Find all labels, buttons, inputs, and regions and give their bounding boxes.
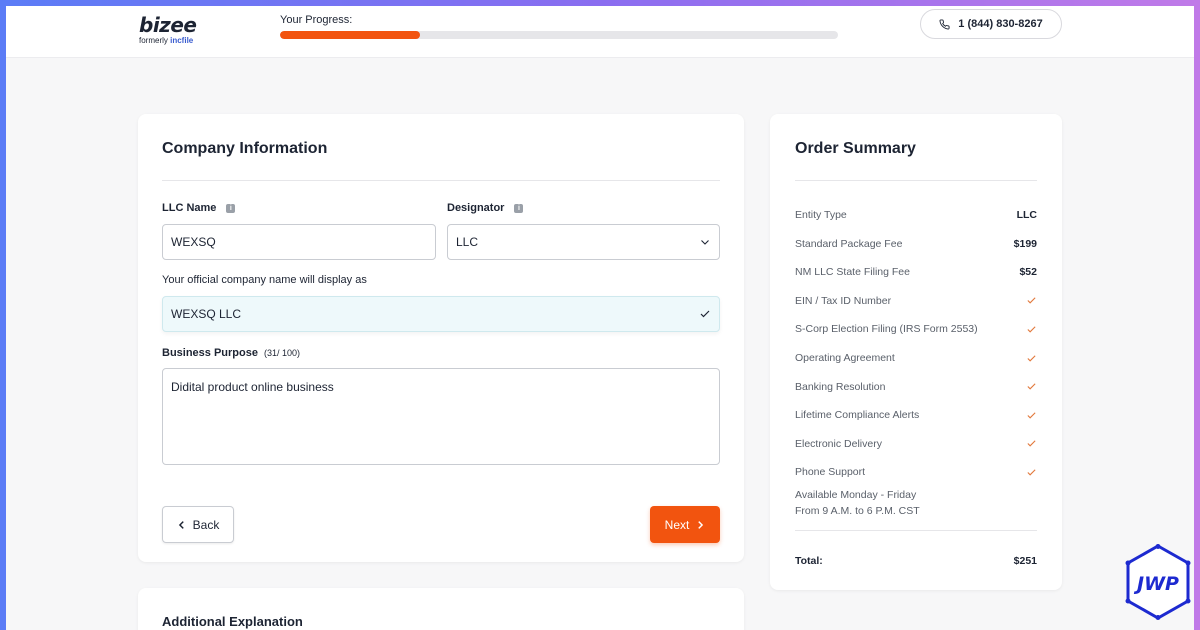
chevron-left-icon xyxy=(178,520,184,529)
summary-row: EIN / Tax ID Number xyxy=(795,293,1037,309)
designator-label: Designator i xyxy=(447,202,524,214)
order-summary-title: Order Summary xyxy=(795,140,916,157)
summary-row-label: Operating Agreement xyxy=(795,352,895,364)
total-row: Total: $251 xyxy=(795,555,1037,567)
summary-row: Operating Agreement xyxy=(795,350,1037,366)
progress-bar xyxy=(280,31,838,39)
additional-explanation-card: Additional Explanation xyxy=(138,588,744,630)
logo-wordmark: bizee xyxy=(139,13,197,37)
next-button[interactable]: Next xyxy=(650,506,720,543)
next-label: Next xyxy=(664,517,690,532)
total-label: Total: xyxy=(795,555,823,567)
check-icon xyxy=(700,310,710,318)
checkmark-icon xyxy=(1027,326,1036,333)
back-button[interactable]: Back xyxy=(162,506,234,543)
progress-label: Your Progress: xyxy=(280,14,353,26)
summary-row-label: Lifetime Compliance Alerts xyxy=(795,409,920,422)
company-information-card: Company Information LLC Name i WEXSQ Des… xyxy=(138,114,744,562)
company-information-title: Company Information xyxy=(162,140,328,157)
business-purpose-value: Didital product online business xyxy=(171,380,334,394)
summary-row: NM LLC State Filing Fee $52 xyxy=(795,264,1037,280)
summary-row-label: Banking Resolution xyxy=(795,380,886,393)
summary-row-label: NM LLC State Filing Fee xyxy=(795,266,910,279)
phone-icon xyxy=(939,18,950,29)
progress-fill xyxy=(280,31,420,39)
summary-divider xyxy=(795,180,1037,181)
bizee-logo[interactable]: bizee formerly incfile xyxy=(139,13,197,45)
phone-button[interactable]: 1 (844) 830-8267 xyxy=(920,9,1062,39)
checkmark-icon xyxy=(1027,412,1036,419)
checkmark-icon xyxy=(1027,469,1036,476)
summary-total-divider xyxy=(795,530,1037,531)
designator-select[interactable]: LLC xyxy=(447,224,720,260)
summary-row-label: EIN / Tax ID Number xyxy=(795,294,892,307)
checkmark-icon xyxy=(1027,383,1036,390)
llc-name-input[interactable]: WEXSQ xyxy=(162,224,436,260)
summary-row-value: LLC xyxy=(1016,209,1037,221)
summary-row-label: S-Corp Election Filing (IRS Form 2553) xyxy=(795,323,978,336)
llc-name-label: LLC Name i xyxy=(162,202,236,214)
character-counter: (31/ 100) xyxy=(263,348,301,358)
official-name-value: WEXSQ LLC xyxy=(171,307,242,321)
info-icon[interactable]: i xyxy=(514,203,524,213)
official-name-display: WEXSQ LLC xyxy=(162,296,720,332)
checkmark-icon xyxy=(1027,440,1036,447)
jwp-hexagon-icon: JWP xyxy=(1125,544,1191,620)
business-purpose-label: Business Purpose (31/ 100) xyxy=(162,347,301,359)
summary-row-label: Electronic Delivery xyxy=(795,437,882,450)
summary-row: Entity Type LLC xyxy=(795,207,1037,223)
summary-row-label: Entity Type xyxy=(795,209,847,221)
phone-number: 1 (844) 830-8267 xyxy=(958,18,1043,30)
top-header: bizee formerly incfile Your Progress: 1 … xyxy=(6,6,1194,58)
page-frame: bizee formerly incfile Your Progress: 1 … xyxy=(6,6,1194,630)
chevron-right-icon xyxy=(698,520,704,529)
summary-row-label: Standard Package Fee xyxy=(795,237,903,250)
jwp-badge-text: JWP xyxy=(1133,573,1179,595)
additional-explanation-title: Additional Explanation xyxy=(162,614,303,629)
summary-row: Electronic Delivery xyxy=(795,436,1037,452)
display-hint: Your official company name will display … xyxy=(162,274,367,286)
summary-row-value: $52 xyxy=(1019,266,1037,279)
designator-value: LLC xyxy=(456,235,479,249)
llc-name-value: WEXSQ xyxy=(171,235,216,249)
summary-row: Phone Support xyxy=(795,464,1037,480)
checkmark-icon xyxy=(1027,354,1036,362)
card-divider xyxy=(162,180,720,181)
summary-row-value: $199 xyxy=(1013,237,1037,250)
summary-row-label: Phone Support xyxy=(795,466,866,479)
summary-row: Banking Resolution xyxy=(795,379,1037,395)
info-icon[interactable]: i xyxy=(226,203,236,213)
checkmark-icon xyxy=(1027,297,1036,304)
jwp-badge: JWP xyxy=(1124,544,1192,620)
chevron-down-icon xyxy=(701,240,709,245)
order-summary-card: Order Summary Entity Type LLC Standard Pac… xyxy=(770,114,1062,590)
business-purpose-textarea[interactable]: Didital product online business xyxy=(162,368,720,465)
logo-subtitle: formerly incfile xyxy=(139,36,194,45)
summary-row: Lifetime Compliance Alerts xyxy=(795,407,1037,423)
availability-text: Available Monday - Friday From 9 A.M. to… xyxy=(795,489,920,517)
back-label: Back xyxy=(192,517,220,532)
summary-row: S-Corp Election Filing (IRS Form 2553) xyxy=(795,321,1037,337)
summary-row: Standard Package Fee $199 xyxy=(795,236,1037,252)
total-value: $251 xyxy=(1013,555,1037,567)
